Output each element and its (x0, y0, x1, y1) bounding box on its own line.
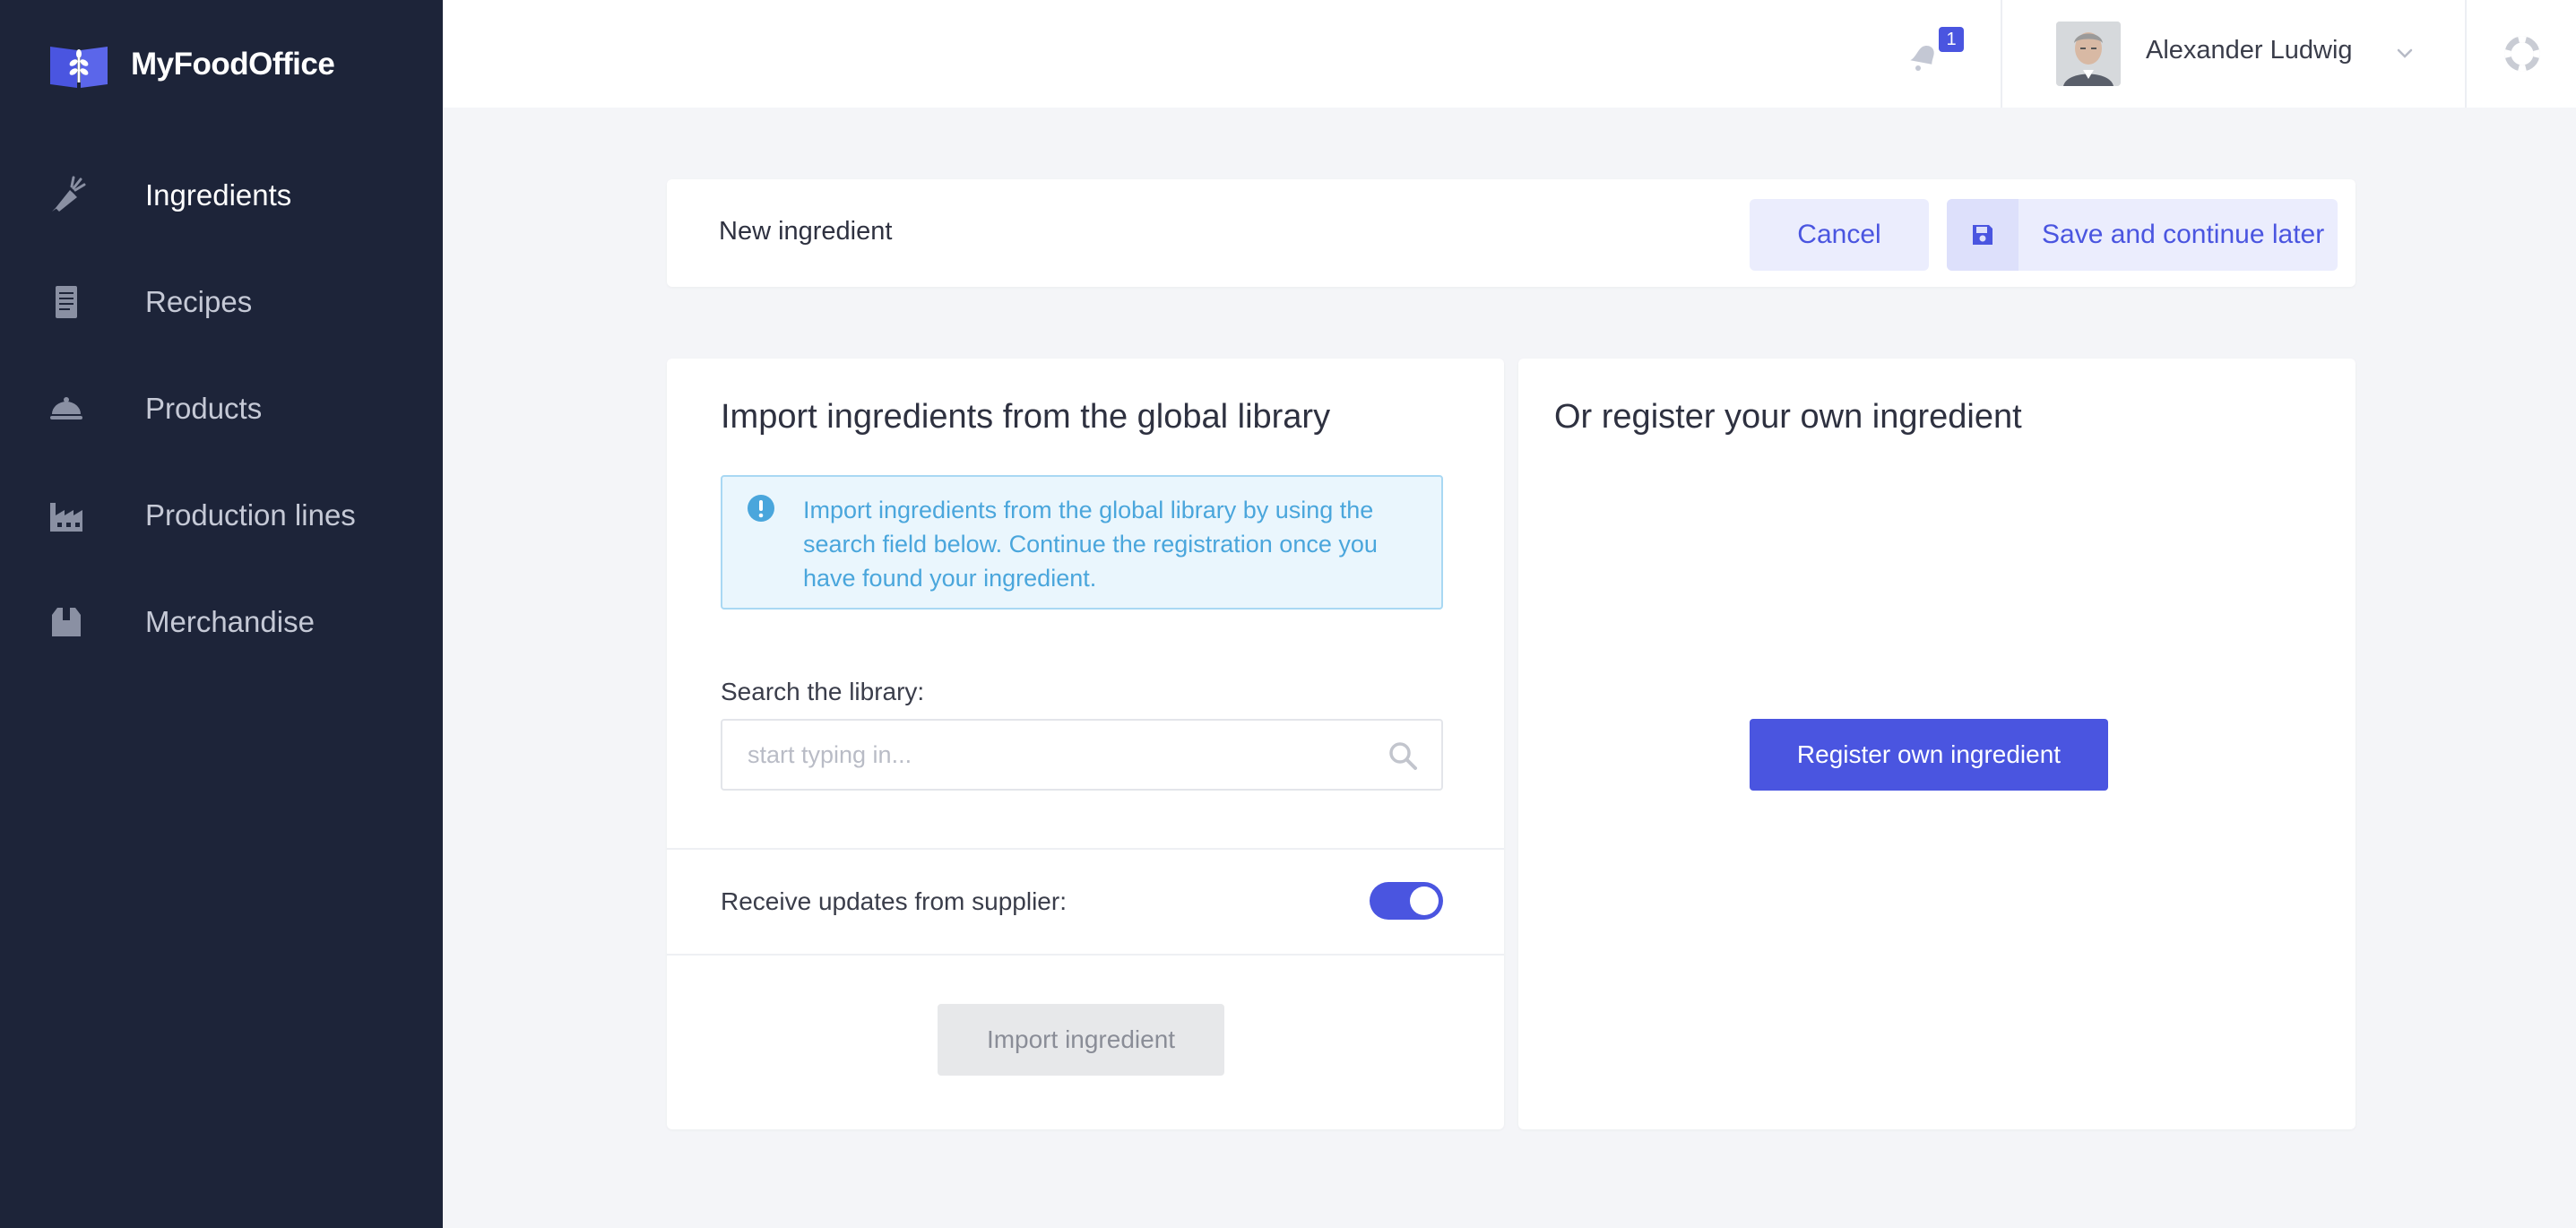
header-divider (2465, 0, 2467, 108)
register-own-ingredient-button[interactable]: Register own ingredient (1750, 719, 2108, 791)
brand-logo-icon (50, 47, 108, 88)
info-alert-text: Import ingredients from the global libra… (803, 497, 1378, 592)
save-button-label: Save and continue later (2042, 220, 2325, 249)
sidebar-item-label: Production lines (145, 497, 356, 532)
sidebar-nav: Ingredients Recipes Products Production … (0, 142, 443, 675)
brand-name: MyFoodOffice (131, 47, 335, 82)
sidebar: MyFoodOffice Ingredients Recipes Product… (0, 0, 443, 1228)
register-panel-heading: Or register your own ingredient (1554, 398, 2022, 436)
sidebar-item-label: Ingredients (145, 177, 292, 212)
box-icon (52, 607, 81, 636)
avatar[interactable] (2056, 22, 2121, 86)
search-library-input[interactable] (748, 721, 1375, 789)
floppy-disk-icon (1973, 225, 1993, 245)
sidebar-item-production-lines[interactable]: Production lines (0, 462, 443, 568)
chevron-down-icon[interactable] (2393, 41, 2416, 65)
import-library-panel: Import ingredients from the global libra… (667, 359, 1504, 1129)
user-name[interactable]: Alexander Ludwig (2146, 36, 2353, 65)
notification-badge: 1 (1939, 27, 1964, 52)
page-title-bar: New ingredient Cancel Save and continue … (667, 179, 2356, 287)
factory-icon (50, 502, 82, 532)
sidebar-item-products[interactable]: Products (0, 355, 443, 462)
recipe-book-icon (56, 285, 77, 318)
info-icon (748, 495, 774, 522)
register-own-panel: Or register your own ingredient Register… (1518, 359, 2356, 1129)
search-library-field (721, 719, 1443, 791)
search-library-label: Search the library: (721, 678, 925, 705)
cancel-button[interactable]: Cancel (1750, 199, 1929, 271)
sidebar-item-label: Recipes (145, 284, 253, 318)
sidebar-item-ingredients[interactable]: Ingredients (0, 142, 443, 248)
sidebar-item-label: Merchandise (145, 604, 315, 638)
sidebar-item-recipes[interactable]: Recipes (0, 248, 443, 355)
toggle-knob (1410, 886, 1439, 915)
lifebuoy-help-icon[interactable] (2504, 36, 2540, 72)
user-photo-icon (2056, 22, 2121, 86)
page-title: New ingredient (719, 217, 893, 246)
bell-icon[interactable] (1904, 36, 1943, 75)
carrot-icon (52, 176, 86, 212)
save-icon-box (1947, 199, 2018, 271)
supplier-updates-label: Receive updates from supplier: (721, 887, 1067, 915)
info-alert: Import ingredients from the global libra… (721, 475, 1443, 610)
save-and-continue-later-button[interactable]: Save and continue later (1947, 199, 2338, 271)
supplier-updates-toggle[interactable] (1370, 882, 1443, 920)
sidebar-item-merchandise[interactable]: Merchandise (0, 568, 443, 675)
import-ingredient-button[interactable]: Import ingredient (938, 1004, 1224, 1076)
header-divider (2001, 0, 2002, 108)
cloche-icon (50, 396, 82, 419)
import-panel-heading: Import ingredients from the global libra… (721, 398, 1331, 436)
brand[interactable]: MyFoodOffice (47, 39, 335, 90)
section-divider (667, 954, 1504, 956)
section-divider (667, 848, 1504, 850)
sidebar-item-label: Products (145, 391, 263, 425)
search-icon[interactable] (1387, 740, 1418, 771)
